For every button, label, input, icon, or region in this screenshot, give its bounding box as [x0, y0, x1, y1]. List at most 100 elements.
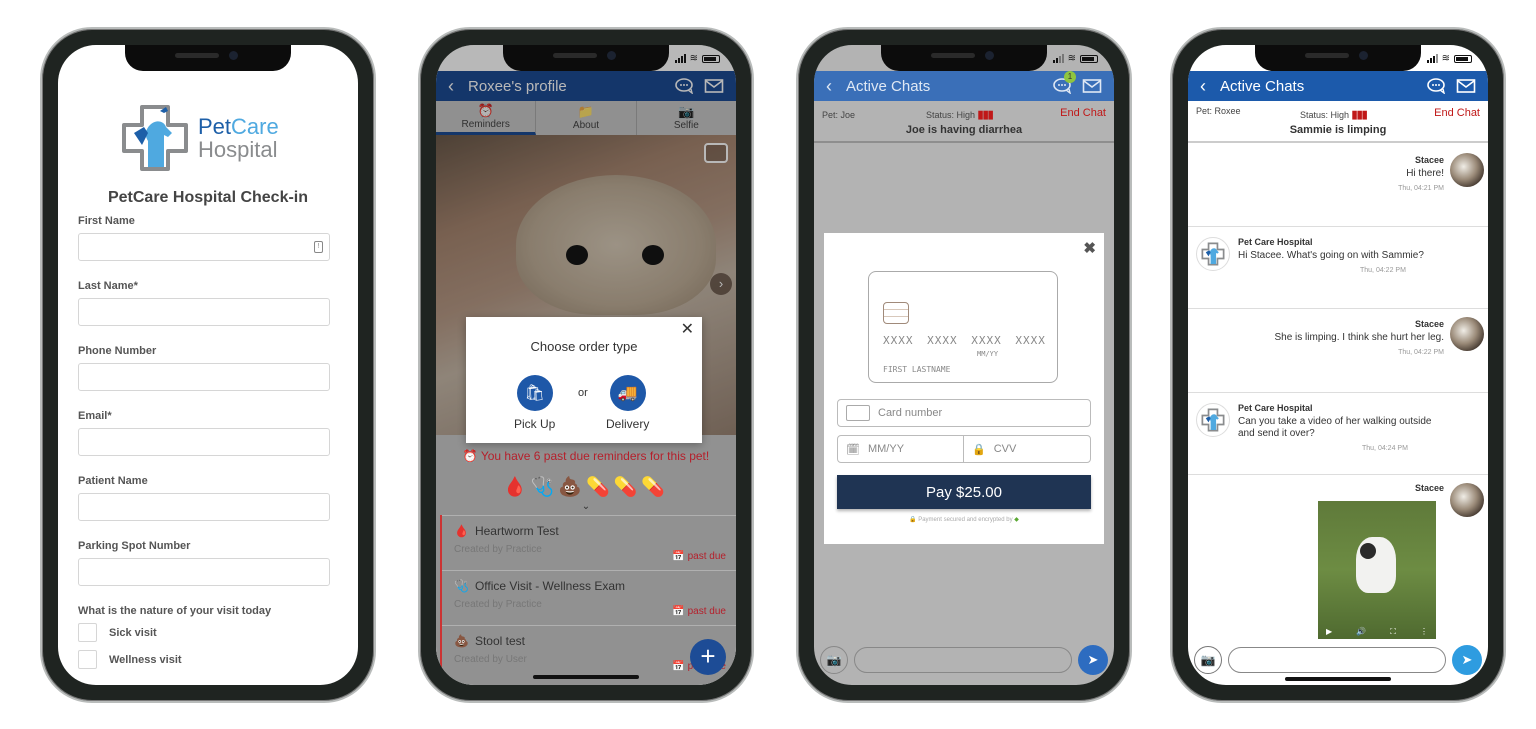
medicine-bottle-icon[interactable]: 💊: [614, 477, 642, 498]
priority-bars-icon: ▮▮▮: [1351, 109, 1368, 121]
message-sender: Stacee: [1414, 319, 1444, 329]
sick-visit-checkbox[interactable]: [78, 623, 97, 642]
play-icon[interactable]: ▶: [1326, 627, 1332, 637]
mail-icon[interactable]: [1082, 78, 1102, 94]
notch: [1255, 45, 1421, 71]
phone-profile: ≋ ‹ Roxee's profile ⏰ Reminders 📁 About: [418, 27, 754, 703]
lock-icon: 🔒: [972, 443, 986, 456]
medicine-bottle-icon[interactable]: 💊: [641, 477, 669, 498]
delivery-label: Delivery: [606, 417, 650, 431]
battery-icon: [1454, 54, 1472, 63]
autofill-contact-icon[interactable]: !: [314, 241, 323, 253]
calendar-icon: 🗓: [846, 443, 860, 456]
message-input[interactable]: [1228, 647, 1446, 673]
reminder-icons-row[interactable]: 🩸🩺💩💊💊💊: [436, 475, 736, 499]
more-options-icon[interactable]: ⋮: [1420, 627, 1428, 637]
battery-icon: [1080, 54, 1098, 63]
alarm-clock-icon: ⏰: [462, 449, 481, 463]
credit-card-icon: [846, 405, 870, 421]
message-item: Stacee She is limping. I think she hurt …: [1188, 309, 1488, 393]
close-icon[interactable]: ✖: [1083, 239, 1096, 257]
order-type-modal: ✕ Choose order type 🛍 Pick Up or 🚚 Deliv…: [466, 317, 702, 443]
pet-name: Pet: Roxee: [1196, 106, 1241, 116]
send-paper-plane-icon[interactable]: ➤: [1452, 645, 1482, 675]
phone-chat: ≋ ‹ Active Chats Pet: Roxee Status: High…: [1170, 27, 1506, 703]
list-item[interactable]: 🩸 Heartworm Test Created by Practice 📅 pa…: [442, 515, 736, 570]
message-sender: Stacee: [1414, 483, 1444, 493]
first-name-input[interactable]: !: [78, 233, 330, 261]
close-icon[interactable]: ✕: [681, 319, 694, 339]
phone-number-label: Phone Number: [78, 345, 157, 357]
parking-spot-label: Parking Spot Number: [78, 540, 191, 552]
add-photo-camera-icon[interactable]: 📷: [1194, 646, 1222, 674]
pay-button[interactable]: Pay $25.00: [837, 475, 1091, 509]
visit-nature-question: What is the nature of your visit today: [78, 605, 272, 617]
list-item[interactable]: 🩺 Office Visit - Wellness Exam Created by…: [442, 570, 736, 625]
pick-up-option[interactable]: 🛍 Pick Up: [514, 375, 555, 431]
chat-header-title: Active Chats: [846, 77, 931, 95]
cvv-input[interactable]: 🔒 CVV: [963, 435, 1091, 463]
home-indicator[interactable]: [1285, 677, 1391, 681]
message-time: Thu, 04:21 PM: [1398, 185, 1444, 192]
message-sender: Pet Care Hospital: [1238, 237, 1313, 247]
notch: [881, 45, 1047, 71]
cross-pets-logo-icon: [120, 103, 190, 173]
message-time: Thu, 04:24 PM: [1362, 445, 1408, 452]
payment-screen: ≋ ‹ Active Chats 1 Pet: Joe Status: High…: [814, 45, 1114, 685]
card-number-input[interactable]: Card number: [837, 399, 1091, 427]
back-chevron-icon[interactable]: ‹: [826, 76, 832, 97]
back-chevron-icon[interactable]: ‹: [1200, 76, 1206, 97]
blood-drop-icon[interactable]: 🩸: [503, 477, 531, 498]
wellness-visit-option[interactable]: Wellness visit: [78, 650, 182, 669]
message-input[interactable]: [854, 647, 1072, 673]
stethoscope-icon[interactable]: 🩺: [531, 477, 559, 498]
pick-up-label: Pick Up: [514, 417, 556, 431]
end-chat-link[interactable]: End Chat: [1060, 107, 1106, 119]
status-priority: Status: High ▮▮▮: [926, 109, 994, 121]
delivery-option[interactable]: 🚚 Delivery: [606, 375, 649, 431]
battery-icon: [702, 54, 720, 63]
email-input[interactable]: [78, 428, 330, 456]
medicine-bottle-icon[interactable]: 💊: [586, 477, 614, 498]
chat-bubble-icon[interactable]: 1: [1052, 71, 1076, 95]
petcare-logo: PetCare Hospital: [120, 103, 279, 173]
send-paper-plane-icon[interactable]: ➤: [1078, 645, 1108, 675]
chat-bubble-icon[interactable]: [1426, 78, 1446, 95]
past-due-banner: ⏰ You have 6 past due reminders for this…: [436, 449, 736, 463]
secure-note: 🔒 Payment secured and encrypted by ◆: [909, 517, 1019, 523]
past-due-badge: 📅 past due: [672, 606, 726, 617]
phone-number-input[interactable]: [78, 363, 330, 391]
phone-checkin: PetCare Hospital PetCare Hospital Check-…: [40, 27, 376, 703]
mail-icon[interactable]: [1456, 78, 1476, 94]
clinic-avatar-logo-icon: [1196, 237, 1230, 271]
last-name-input[interactable]: [78, 298, 330, 326]
video-attachment[interactable]: ▶ 🔊 ⛶ ⋮: [1318, 501, 1436, 639]
status-bar-icons: ≋: [674, 53, 720, 64]
blood-drop-icon: 🩸: [454, 524, 469, 538]
message-thread: Stacee Hi there! Thu, 04:21 PM Pet Care …: [1188, 145, 1488, 639]
expiry-placeholder: MM/YY: [867, 443, 905, 455]
patient-name-input[interactable]: [78, 493, 330, 521]
profile-screen: ≋ ‹ Roxee's profile ⏰ Reminders 📁 About: [436, 45, 736, 685]
message-composer: 📷 ➤: [1194, 645, 1482, 675]
home-indicator[interactable]: [533, 675, 639, 679]
chat-header: ‹ Active Chats: [1188, 71, 1488, 101]
reminder-title: Stool test: [474, 634, 525, 648]
fullscreen-icon[interactable]: ⛶: [1390, 627, 1396, 637]
stool-icon[interactable]: 💩: [558, 477, 586, 498]
wellness-visit-checkbox[interactable]: [78, 650, 97, 669]
add-photo-camera-icon[interactable]: 📷: [820, 646, 848, 674]
end-chat-link[interactable]: End Chat: [1434, 107, 1480, 119]
payment-modal: ✖ XXXX XXXX XXXX XXXX MM/YY FIRST LASTNA…: [824, 233, 1104, 544]
expiry-input[interactable]: 🗓 MM/YY: [837, 435, 964, 463]
cvv-placeholder: CVV: [993, 443, 1017, 455]
card-number-placeholder: Card number: [878, 407, 943, 419]
expand-chevron-icon[interactable]: ⌄: [436, 501, 736, 512]
volume-icon[interactable]: 🔊: [1356, 627, 1366, 637]
sick-visit-label: Sick visit: [109, 626, 157, 639]
parking-spot-input[interactable]: [78, 558, 330, 586]
stethoscope-icon: 🩺: [454, 579, 469, 593]
chat-header: ‹ Active Chats 1: [814, 71, 1114, 101]
add-reminder-button[interactable]: +: [690, 639, 726, 675]
sick-visit-option[interactable]: Sick visit: [78, 623, 157, 642]
